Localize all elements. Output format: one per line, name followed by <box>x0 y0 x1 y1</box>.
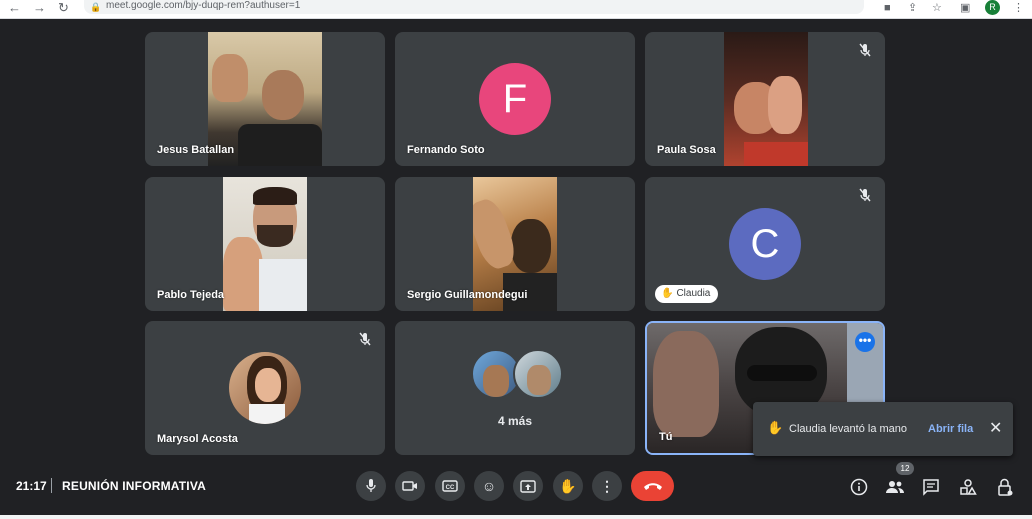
people-button[interactable] <box>884 476 906 498</box>
present-icon <box>520 480 536 493</box>
participant-avatar <box>513 349 563 399</box>
mic-button[interactable] <box>356 471 386 501</box>
end-call-icon <box>643 483 662 490</box>
others-count: 4 más <box>497 414 533 428</box>
info-icon <box>850 478 868 496</box>
end-call-button[interactable] <box>631 471 674 501</box>
raised-hand-badge: ✋ Claudia <box>655 285 719 303</box>
present-button[interactable] <box>513 471 543 501</box>
participant-name: Jesus Batallan <box>157 144 235 156</box>
mic-icon <box>366 479 376 492</box>
participant-name: Marysol Acosta <box>157 433 238 445</box>
participant-name: Paula Sosa <box>657 144 716 156</box>
mic-off-icon <box>359 332 371 346</box>
activities-icon <box>960 479 977 495</box>
participant-tile[interactable]: F Fernando Soto <box>395 32 635 166</box>
emoji-icon: ☺ <box>481 478 497 494</box>
open-queue-button[interactable]: Abrir fila <box>928 423 973 435</box>
people-icon <box>886 481 904 493</box>
participant-tile[interactable]: C ✋ Claudia <box>645 177 885 311</box>
back-icon[interactable]: ← <box>8 1 21 15</box>
forward-icon[interactable]: → <box>33 1 46 15</box>
activities-button[interactable] <box>957 476 979 498</box>
mic-off-icon <box>859 188 871 202</box>
camera-button[interactable] <box>395 471 425 501</box>
participant-tile[interactable]: Paula Sosa <box>645 32 885 166</box>
chat-button[interactable] <box>920 476 942 498</box>
share-icon[interactable]: ⇪ <box>908 1 917 15</box>
more-options-button[interactable]: ⋮ <box>592 471 622 501</box>
participants-count-badge: 12 <box>896 462 914 475</box>
captions-button[interactable]: CC <box>435 471 465 501</box>
participant-video <box>223 177 307 311</box>
browser-toolbar: ← → ↻ 🔒 meet.google.com/bjy-duqp-rem?aut… <box>0 0 1032 19</box>
participant-tile[interactable]: Sergio Guillamondegui <box>395 177 635 311</box>
others-tile[interactable]: 4 más <box>395 321 635 455</box>
hand-icon: ✋ <box>767 420 784 435</box>
more-options-icon: ⋮ <box>600 478 614 494</box>
svg-text:CC: CC <box>446 485 455 491</box>
host-controls-icon <box>998 478 1013 496</box>
profile-avatar[interactable]: R <box>985 0 1000 15</box>
chat-icon <box>923 479 939 496</box>
participant-name: Pablo Tejeda <box>157 289 225 301</box>
host-controls-button[interactable] <box>994 476 1016 498</box>
side-panel-icon[interactable]: ▣ <box>960 1 970 15</box>
close-icon[interactable]: ✕ <box>989 418 1002 438</box>
hand-icon: ✋ <box>661 288 674 299</box>
participant-name: Claudia <box>676 288 711 299</box>
camera-in-use-icon[interactable]: ■ <box>884 1 891 15</box>
raise-hand-button[interactable]: ✋ <box>553 471 583 501</box>
participant-tile[interactable]: Jesus Batallan <box>145 32 385 166</box>
camera-icon <box>402 481 417 491</box>
meeting-title: REUNIÓN INFORMATIVA <box>62 479 207 493</box>
raised-hand-toast: ✋ Claudia levantó la mano Abrir fila ✕ <box>753 402 1013 456</box>
mic-off-icon <box>859 43 871 57</box>
participant-avatar <box>229 352 301 424</box>
participant-name: Sergio Guillamondegui <box>407 289 528 301</box>
participant-video <box>724 32 808 166</box>
meeting-clock: 21:17 <box>16 479 47 493</box>
bookmark-star-icon[interactable]: ☆ <box>932 1 942 15</box>
self-options-button[interactable]: ••• <box>855 332 875 352</box>
url-text: meet.google.com/bjy-duqp-rem?authuser=1 <box>106 0 301 11</box>
participant-tile[interactable]: Pablo Tejeda <box>145 177 385 311</box>
address-bar[interactable]: 🔒 meet.google.com/bjy-duqp-rem?authuser=… <box>84 0 864 14</box>
captions-icon: CC <box>442 480 458 492</box>
participant-name: Fernando Soto <box>407 144 485 156</box>
kebab-menu-icon[interactable]: ⋮ <box>1013 1 1024 15</box>
participant-tile[interactable]: Marysol Acosta <box>145 321 385 455</box>
meeting-info-button[interactable] <box>848 476 870 498</box>
divider <box>51 478 52 493</box>
reload-icon[interactable]: ↻ <box>58 1 69 15</box>
page-edge <box>0 515 1032 519</box>
toast-message: Claudia levantó la mano <box>789 423 908 435</box>
participant-avatar: F <box>479 63 551 135</box>
raise-hand-icon: ✋ <box>559 478 577 494</box>
participant-avatar: C <box>729 208 801 280</box>
lock-icon: 🔒 <box>90 2 102 12</box>
emoji-button[interactable]: ☺ <box>474 471 504 501</box>
participant-name: Tú <box>659 431 673 443</box>
